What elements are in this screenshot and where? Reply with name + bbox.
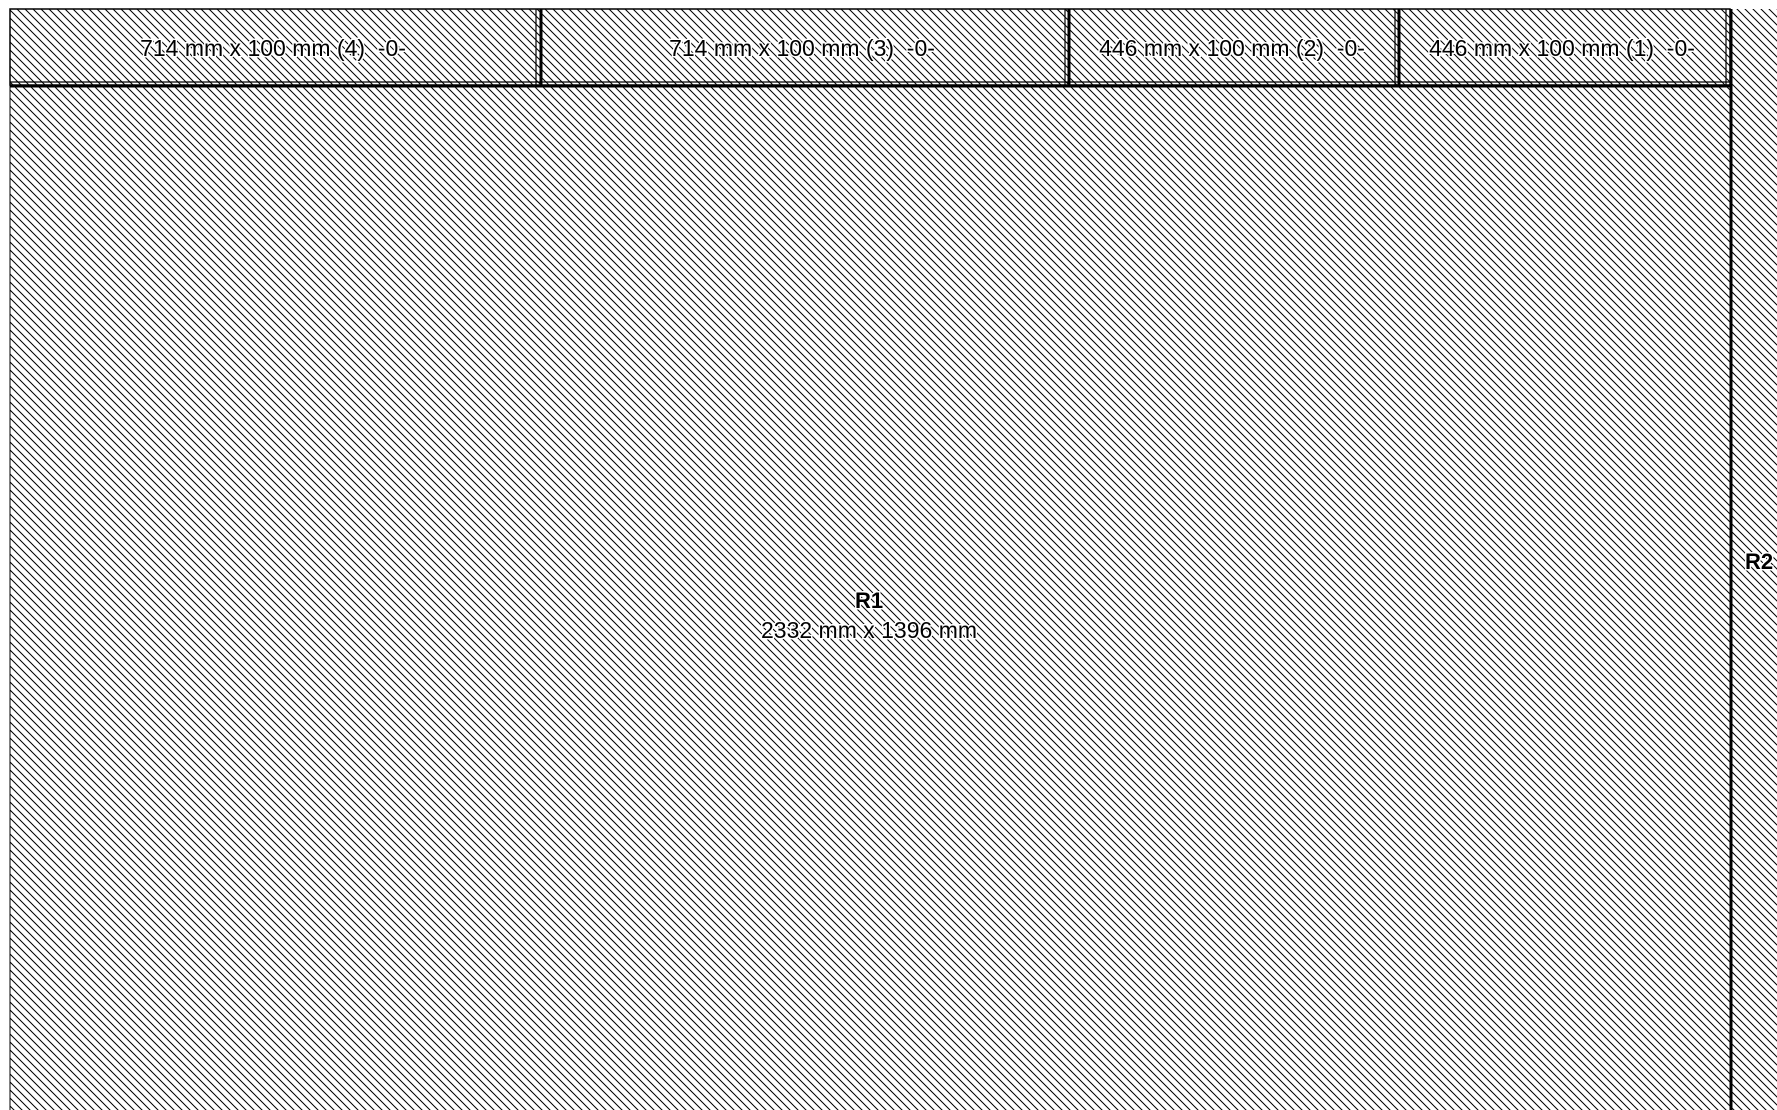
strip-label-3: 714 mm x 100 mm (3) -0- <box>669 35 935 61</box>
region-r1-dimensions: 2332 mm x 1396 mm <box>761 617 977 643</box>
cutting-layout-diagram: 714 mm x 100 mm (4) -0- 714 mm x 100 mm … <box>0 0 1777 1110</box>
region-r1-name: R1 <box>855 588 883 613</box>
strip-label-4: 714 mm x 100 mm (4) -0- <box>140 35 406 61</box>
sheet-hatch-fill <box>10 9 1777 1110</box>
strip-label-2: 446 mm x 100 mm (2) -0- <box>1099 35 1365 61</box>
region-r2-name: R2 <box>1745 549 1773 574</box>
strip-label-1: 446 mm x 100 mm (1) -0- <box>1429 35 1695 61</box>
